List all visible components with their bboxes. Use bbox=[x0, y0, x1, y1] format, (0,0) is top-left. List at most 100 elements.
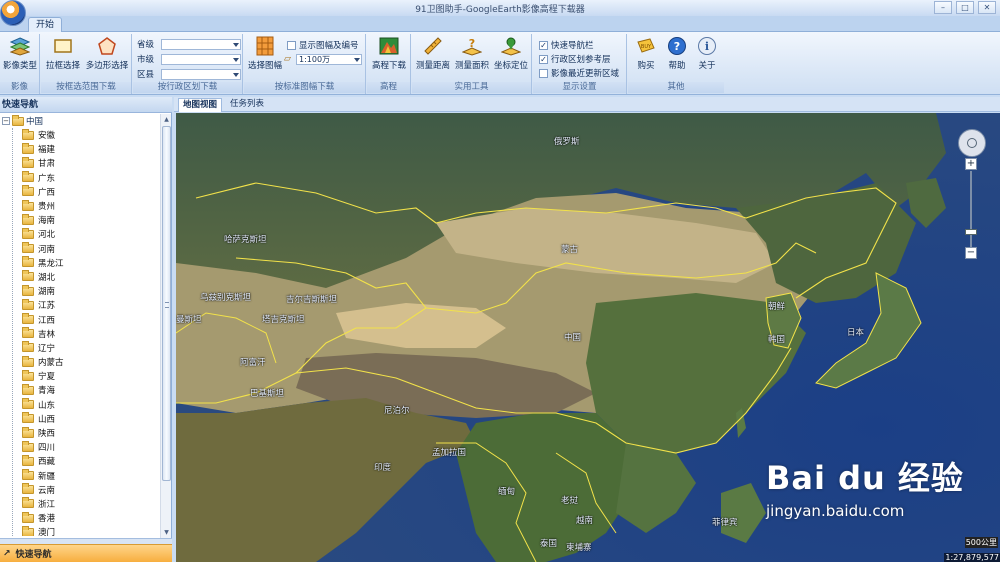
close-button[interactable]: ✕ bbox=[978, 1, 996, 14]
collapse-icon[interactable]: − bbox=[2, 117, 10, 125]
tree-item-province[interactable]: 澳门 bbox=[22, 525, 64, 536]
pan-control[interactable] bbox=[958, 129, 986, 157]
tree-item-province[interactable]: 山东 bbox=[22, 398, 64, 412]
folder-icon bbox=[22, 227, 34, 239]
folder-icon bbox=[22, 412, 34, 424]
tree-item-province[interactable]: 四川 bbox=[22, 440, 64, 454]
tree-item-province[interactable]: 安徽 bbox=[22, 128, 64, 142]
folder-icon bbox=[22, 156, 34, 168]
measure-distance-button[interactable]: 测量距离 bbox=[414, 36, 452, 71]
locate-coord-button[interactable]: 坐标定位 bbox=[492, 36, 530, 71]
latest-update-area-checkbox[interactable] bbox=[539, 68, 548, 78]
group-label-display: 显示设置 bbox=[533, 82, 626, 93]
box-select-button[interactable]: 拉框选择 bbox=[44, 36, 82, 71]
nav-panel-header: 快速导航 bbox=[0, 97, 172, 113]
tree-item-label: 河北 bbox=[38, 230, 56, 241]
tree-item-province[interactable]: 海南 bbox=[22, 213, 64, 227]
polygon-select-button[interactable]: 多边形选择 bbox=[84, 36, 130, 71]
tree-item-province[interactable]: 浙江 bbox=[22, 497, 64, 511]
zoom-in-button[interactable]: + bbox=[965, 158, 977, 170]
tree-item-label: 香港 bbox=[38, 514, 56, 525]
tree-item-province[interactable]: 内蒙古 bbox=[22, 355, 64, 369]
tree-root-china[interactable]: − 中国 bbox=[2, 114, 43, 128]
tree-item-province[interactable]: 香港 bbox=[22, 511, 64, 525]
scroll-down-icon[interactable]: ▼ bbox=[162, 528, 171, 537]
scale-value: 1:100万 bbox=[299, 54, 331, 64]
folder-icon bbox=[22, 341, 34, 353]
map-label-vietnam: 越南 bbox=[576, 516, 594, 526]
show-sheet-number-checkbox[interactable] bbox=[287, 40, 296, 50]
zoom-slider-knob[interactable] bbox=[965, 229, 977, 235]
scrollbar-thumb[interactable] bbox=[162, 126, 171, 481]
chevron-down-icon bbox=[233, 72, 239, 77]
group-label-tools: 实用工具 bbox=[412, 82, 531, 93]
satellite-map[interactable]: 俄罗斯 哈萨克斯坦 蒙古 乌兹别克斯坦 吉尔吉斯斯坦 塔吉克斯坦 曼斯坦 阿富汗… bbox=[176, 113, 1000, 562]
tree-item-province[interactable]: 河南 bbox=[22, 242, 64, 256]
tree-item-province[interactable]: 青海 bbox=[22, 383, 64, 397]
tree-item-province[interactable]: 云南 bbox=[22, 483, 64, 497]
tree-item-label: 甘肃 bbox=[38, 159, 56, 170]
map-label-tajikistan: 塔吉克斯坦 bbox=[262, 315, 305, 325]
tree-item-province[interactable]: 广东 bbox=[22, 171, 64, 185]
folder-icon bbox=[22, 525, 34, 536]
map-label-kazakhstan: 哈萨克斯坦 bbox=[224, 235, 267, 245]
chevron-down-icon bbox=[354, 57, 360, 62]
buy-button[interactable]: BUY 购买 bbox=[631, 36, 661, 71]
tab-map-view[interactable]: 地图视图 bbox=[178, 98, 223, 112]
tree-item-province[interactable]: 西藏 bbox=[22, 454, 64, 468]
scale-select[interactable]: 1:100万 bbox=[296, 53, 362, 65]
scroll-up-icon[interactable]: ▲ bbox=[162, 115, 171, 124]
imagery-type-button[interactable]: 影像类型 bbox=[1, 36, 39, 71]
tree-item-label: 云南 bbox=[38, 485, 56, 496]
nav-footer-button[interactable]: ↗ 快速导航 bbox=[0, 544, 172, 562]
tree-item-province[interactable]: 甘肃 bbox=[22, 156, 64, 170]
select-sheet-label: 选择图幅 bbox=[247, 61, 282, 71]
tree-item-province[interactable]: 福建 bbox=[22, 142, 64, 156]
tree-item-province[interactable]: 江苏 bbox=[22, 298, 64, 312]
quick-nav-bar-checkbox[interactable]: ✓ bbox=[539, 40, 548, 50]
elevation-download-button[interactable]: 高程下载 bbox=[369, 36, 409, 71]
folder-icon bbox=[22, 398, 34, 410]
tree-item-province[interactable]: 山西 bbox=[22, 412, 64, 426]
folder-icon bbox=[22, 242, 34, 254]
province-select[interactable] bbox=[161, 38, 241, 50]
zoom-slider-track[interactable] bbox=[970, 171, 972, 247]
tab-start[interactable]: 开始 bbox=[28, 17, 62, 33]
tree-scrollbar[interactable]: ▲ ▼ bbox=[160, 114, 171, 538]
measure-distance-label: 测量距离 bbox=[415, 61, 450, 71]
select-sheet-button[interactable]: 选择图幅 bbox=[246, 36, 284, 71]
scale-distance: 500公里 bbox=[964, 537, 998, 548]
tree-item-province[interactable]: 新疆 bbox=[22, 469, 64, 483]
app-menu-button[interactable] bbox=[0, 0, 26, 26]
tree-item-label: 贵州 bbox=[38, 202, 56, 213]
tree-item-province[interactable]: 河北 bbox=[22, 227, 64, 241]
help-button[interactable]: ? 帮助 bbox=[662, 36, 692, 71]
tree-item-province[interactable]: 宁夏 bbox=[22, 369, 64, 383]
scale-icon: ▱ bbox=[284, 54, 291, 64]
map-label-cambodia: 柬埔寨 bbox=[566, 543, 592, 553]
city-select[interactable] bbox=[161, 53, 241, 65]
elevation-download-label: 高程下载 bbox=[371, 61, 406, 71]
tree-item-label: 吉林 bbox=[38, 329, 56, 340]
tree-item-province[interactable]: 陕西 bbox=[22, 426, 64, 440]
tree-item-province[interactable]: 湖北 bbox=[22, 270, 64, 284]
tab-task-list[interactable]: 任务列表 bbox=[226, 98, 268, 112]
about-button[interactable]: i 关于 bbox=[692, 36, 722, 71]
group-display-settings: ✓ 快速导航栏 ✓ 行政区划参考层 影像最近更新区域 显示设置 bbox=[533, 34, 627, 94]
admin-ref-layer-checkbox[interactable]: ✓ bbox=[539, 54, 548, 64]
tree-item-province[interactable]: 吉林 bbox=[22, 327, 64, 341]
zoom-out-button[interactable]: − bbox=[965, 247, 977, 259]
measure-area-button[interactable]: ? 测量面积 bbox=[453, 36, 491, 71]
tree-item-province[interactable]: 贵州 bbox=[22, 199, 64, 213]
district-select[interactable] bbox=[161, 68, 241, 80]
tree-item-province[interactable]: 辽宁 bbox=[22, 341, 64, 355]
info-icon: i bbox=[698, 37, 716, 55]
imagery-type-label: 影像类型 bbox=[2, 61, 37, 71]
minimize-button[interactable]: – bbox=[934, 1, 952, 14]
maximize-button[interactable]: □ bbox=[956, 1, 974, 14]
tree-item-province[interactable]: 黑龙江 bbox=[22, 256, 64, 270]
tree-item-province[interactable]: 湖南 bbox=[22, 284, 64, 298]
tree-item-province[interactable]: 江西 bbox=[22, 312, 64, 326]
tree-item-province[interactable]: 广西 bbox=[22, 185, 64, 199]
group-sheet-download: 选择图幅 显示图幅及编号 ▱ 1:100万 按标准图幅下载 bbox=[244, 34, 366, 94]
